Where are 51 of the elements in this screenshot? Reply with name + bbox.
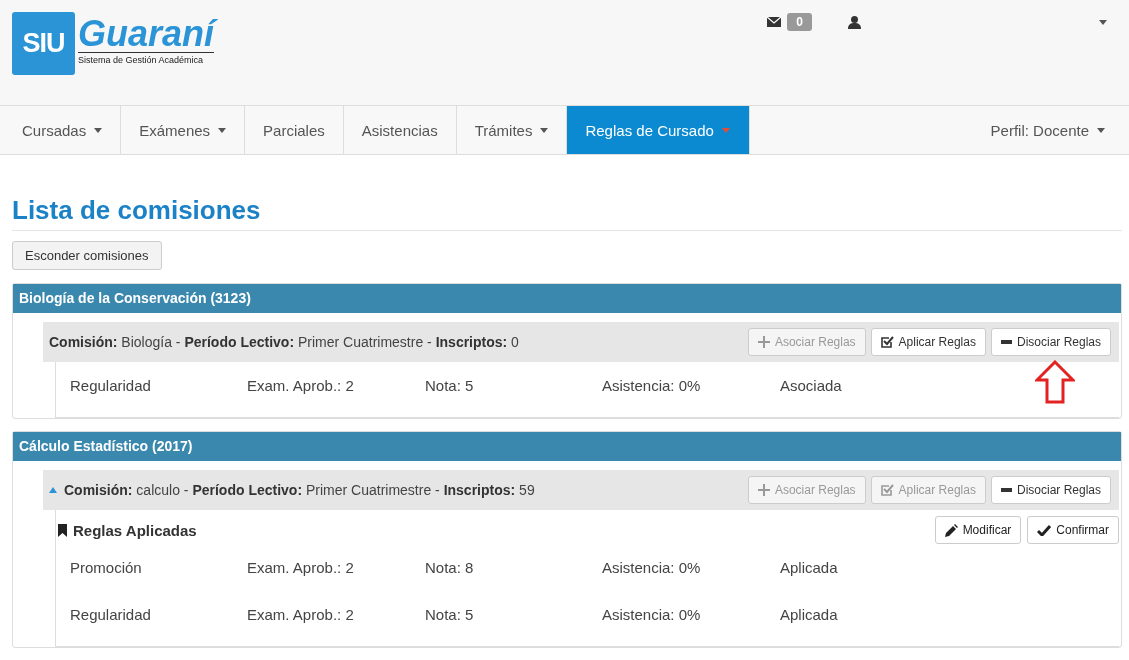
- check-icon: [1037, 524, 1052, 536]
- user-icon[interactable]: [848, 15, 861, 29]
- logo-mark: SIU: [12, 12, 75, 75]
- plus-icon: [757, 336, 770, 348]
- rule-action-button[interactable]: Disociar Reglas: [990, 476, 1111, 504]
- rule-grade: Nota: 8: [425, 559, 475, 576]
- rule-name: Promoción: [70, 559, 143, 576]
- rule-action-button[interactable]: Aplicar Reglas: [870, 328, 986, 356]
- up-arrow-drawing: [1034, 360, 1075, 404]
- rule-exams: Exam. Aprob.: 2: [247, 377, 355, 394]
- message-count: 0: [787, 13, 812, 31]
- minus-icon: [1000, 340, 1012, 344]
- rule-status: Aplicada: [780, 559, 839, 576]
- commission-info: Comisión: Biología - Período Lectivo: Primer Cuatrimestre - Inscriptos: 0: [49, 334, 519, 350]
- nav-tab[interactable]: Asistencias: [343, 106, 457, 154]
- rule-grade: Nota: 5: [425, 377, 475, 394]
- rule-edit-button[interactable]: Modificar: [934, 516, 1022, 544]
- subject-header: Cálculo Estadístico (2017): [13, 432, 1121, 461]
- commission-info: Comisión: calculo - Período Lectivo: Primer Cuatrimestre - Inscriptos: 59: [64, 482, 535, 498]
- minus-icon: [1000, 488, 1012, 492]
- nav-tab[interactable]: Reglas de Cursado: [567, 106, 751, 154]
- plus-icon: [757, 484, 770, 496]
- pencil-icon: [944, 523, 958, 537]
- checkbox-icon: [880, 484, 894, 496]
- caret-icon: [1097, 127, 1105, 133]
- rule-edit-button[interactable]: Confirmar: [1027, 516, 1119, 544]
- rule-attendance: Asistencia: 0%: [602, 606, 702, 623]
- rule-attendance: Asistencia: 0%: [602, 559, 702, 576]
- rule-status: Aplicada: [780, 606, 839, 623]
- subject-header: Biología de la Conservación (3123): [13, 284, 1121, 313]
- nav-tab[interactable]: Parciales: [245, 106, 344, 154]
- rule-grade: Nota: 5: [425, 606, 475, 623]
- page-title: Lista de comisiones: [12, 195, 1122, 231]
- rule-exams: Exam. Aprob.: 2: [247, 559, 355, 576]
- hide-commissions-button[interactable]: Esconder comisiones: [12, 241, 162, 270]
- rule-attendance: Asistencia: 0%: [602, 377, 702, 394]
- mail-icon[interactable]: [767, 17, 782, 27]
- rule-name: Regularidad: [70, 606, 152, 623]
- nav-tab[interactable]: Exámenes: [121, 106, 246, 154]
- rule-exams: Exam. Aprob.: 2: [247, 606, 355, 623]
- caret-icon[interactable]: [1099, 19, 1107, 25]
- rule-action-button[interactable]: Disociar Reglas: [990, 328, 1111, 356]
- rule-name: Regularidad: [70, 377, 152, 394]
- rule-status: Asociada: [780, 377, 843, 394]
- profile-menu[interactable]: Perfil: Docente: [972, 106, 1129, 154]
- expanded-icon[interactable]: [49, 487, 57, 493]
- rules-heading: Reglas Aplicadas: [73, 521, 197, 539]
- checkbox-icon: [880, 336, 894, 348]
- logo-subtitle: Sistema de Gestión Académica: [78, 52, 215, 65]
- nav-tab[interactable]: Cursadas: [4, 106, 122, 154]
- bookmark-icon: [58, 523, 67, 537]
